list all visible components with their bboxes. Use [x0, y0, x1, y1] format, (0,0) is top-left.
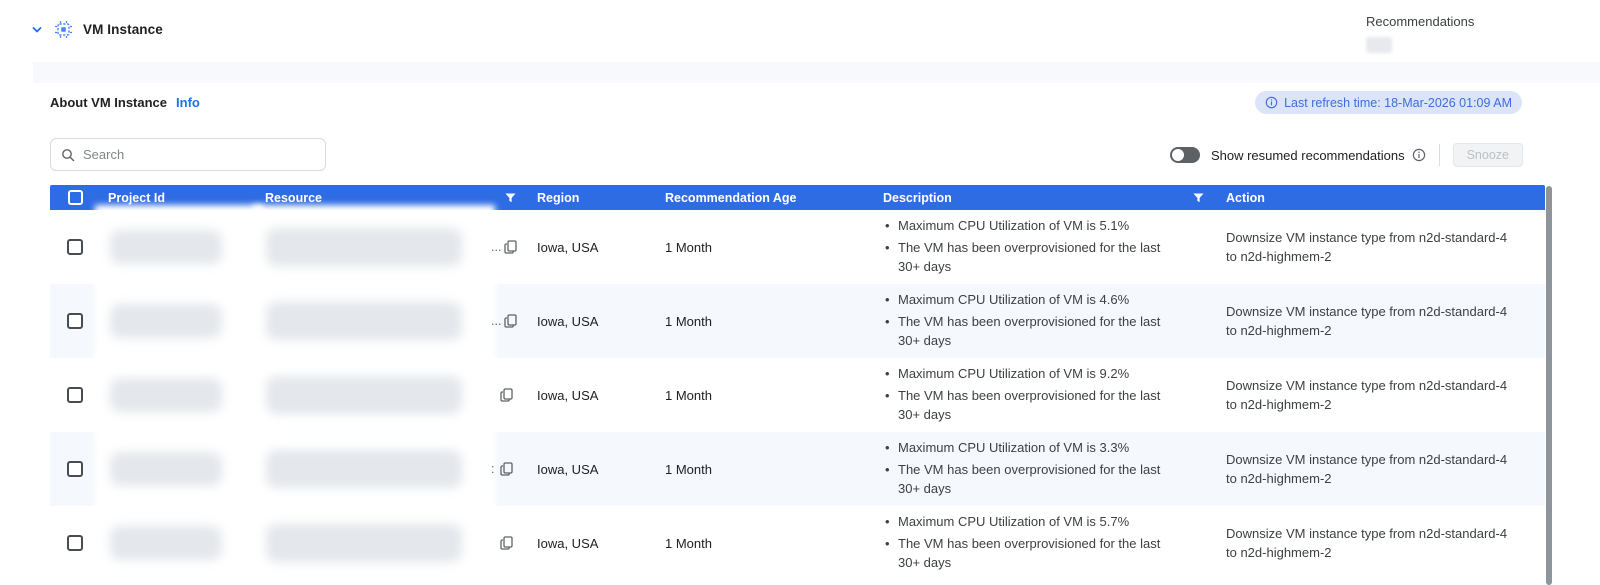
resource-suffix: :: [491, 462, 495, 476]
table-header: Project Id Resource Region Recommendatio…: [50, 185, 1545, 210]
action-cell: Downsize VM instance type from n2d-stand…: [1226, 525, 1508, 561]
age-cell: 1 Month: [665, 239, 712, 255]
vm-instance-chip-icon: [54, 20, 73, 39]
table-row: ... Iowa, USA 1 Month Maximum CPU Utiliz…: [50, 284, 1545, 358]
table-row: Iowa, USA 1 Month Maximum CPU Utilizatio…: [50, 358, 1545, 432]
search-icon: [61, 148, 75, 162]
row-checkbox[interactable]: [67, 239, 83, 255]
region-cell: Iowa, USA: [537, 239, 599, 255]
row-checkbox[interactable]: [67, 461, 83, 477]
row-checkbox[interactable]: [67, 535, 83, 551]
age-cell: 1 Month: [665, 313, 712, 329]
show-resumed-toggle[interactable]: [1169, 147, 1200, 163]
copy-icon[interactable]: [504, 314, 518, 328]
copy-icon[interactable]: [500, 536, 513, 550]
search-box: [50, 138, 326, 171]
content-top-band: [33, 62, 1600, 83]
description-filter-icon[interactable]: [1193, 193, 1204, 203]
description-cell: Maximum CPU Utilization of VM is 9.2%The…: [883, 362, 1183, 428]
action-cell: Downsize VM instance type from n2d-stand…: [1226, 451, 1508, 487]
action-cell: Downsize VM instance type from n2d-stand…: [1226, 229, 1508, 265]
info-link[interactable]: Info: [176, 95, 200, 110]
redacted-recommendations-count: [1366, 37, 1392, 53]
copy-icon[interactable]: [504, 240, 518, 254]
column-project-id: Project Id: [108, 190, 165, 205]
description-cell: Maximum CPU Utilization of VM is 5.7%The…: [883, 510, 1183, 576]
age-cell: 1 Month: [665, 387, 712, 403]
page-title: VM Instance: [83, 22, 163, 37]
age-cell: 1 Month: [665, 461, 712, 477]
copy-icon[interactable]: [500, 388, 513, 402]
redacted-resource: [258, 506, 490, 580]
column-recommendation-age: Recommendation Age: [665, 190, 797, 205]
copy-icon[interactable]: [500, 462, 513, 476]
action-cell: Downsize VM instance type from n2d-stand…: [1226, 303, 1508, 339]
vm-instance-screen: VM Instance Recommendations About VM Ins…: [0, 0, 1600, 585]
description-cell: Maximum CPU Utilization of VM is 4.6%The…: [883, 288, 1183, 354]
redacted-project-id: [100, 358, 258, 432]
resource-suffix: ...: [491, 314, 502, 328]
snooze-button[interactable]: Snooze: [1452, 143, 1523, 167]
resource-filter-icon[interactable]: [505, 193, 516, 203]
region-cell: Iowa, USA: [537, 387, 599, 403]
redacted-project-id: [100, 432, 258, 506]
redacted-resource: [258, 358, 490, 432]
table-row: ... Iowa, USA 1 Month Maximum CPU Utiliz…: [50, 210, 1545, 284]
column-resource: Resource: [265, 190, 322, 205]
description-cell: Maximum CPU Utilization of VM is 5.1%The…: [883, 214, 1183, 280]
titlebar: VM Instance Recommendations: [0, 0, 1600, 62]
last-refresh-text: Last refresh time: 18-Mar-2026 01:09 AM: [1284, 95, 1512, 110]
show-resumed-label: Show resumed recommendations: [1210, 147, 1405, 163]
redacted-resource: [258, 210, 490, 284]
last-refresh-badge: Last refresh time: 18-Mar-2026 01:09 AM: [1255, 91, 1522, 114]
redacted-project-id: [100, 506, 258, 580]
row-checkbox[interactable]: [67, 313, 83, 329]
column-description: Description: [883, 190, 952, 205]
redacted-resource: [258, 432, 490, 506]
row-checkbox[interactable]: [67, 387, 83, 403]
table-body: ... Iowa, USA 1 Month Maximum CPU Utiliz…: [50, 210, 1545, 580]
redacted-project-id: [100, 284, 258, 358]
region-cell: Iowa, USA: [537, 313, 599, 329]
resource-suffix: ...: [491, 240, 502, 254]
toggle-knob: [1171, 149, 1184, 161]
region-cell: Iowa, USA: [537, 461, 599, 477]
table-row: Iowa, USA 1 Month Maximum CPU Utilizatio…: [50, 506, 1545, 580]
select-all-checkbox[interactable]: [67, 190, 83, 205]
action-cell: Downsize VM instance type from n2d-stand…: [1226, 377, 1508, 413]
redacted-resource: [258, 284, 490, 358]
resumed-info-icon[interactable]: [1412, 148, 1426, 162]
region-cell: Iowa, USA: [537, 535, 599, 551]
collapse-chevron-down-icon[interactable]: [30, 23, 44, 37]
description-cell: Maximum CPU Utilization of VM is 3.3%The…: [883, 436, 1183, 502]
about-vm-instance-label: About VM Instance: [50, 95, 168, 110]
info-circle-icon: [1265, 96, 1278, 109]
divider: [1438, 144, 1440, 166]
recommendations-label: Recommendations: [1366, 14, 1475, 29]
vertical-scrollbar[interactable]: [1546, 186, 1552, 585]
search-input[interactable]: [83, 147, 315, 162]
table-row: : Iowa, USA 1 Month Maximum CPU Utilizat…: [50, 432, 1545, 506]
column-region: Region: [537, 190, 580, 205]
recommendations-table: Project Id Resource Region Recommendatio…: [50, 185, 1545, 580]
redacted-project-id: [100, 210, 258, 284]
column-action: Action: [1226, 190, 1265, 205]
age-cell: 1 Month: [665, 535, 712, 551]
